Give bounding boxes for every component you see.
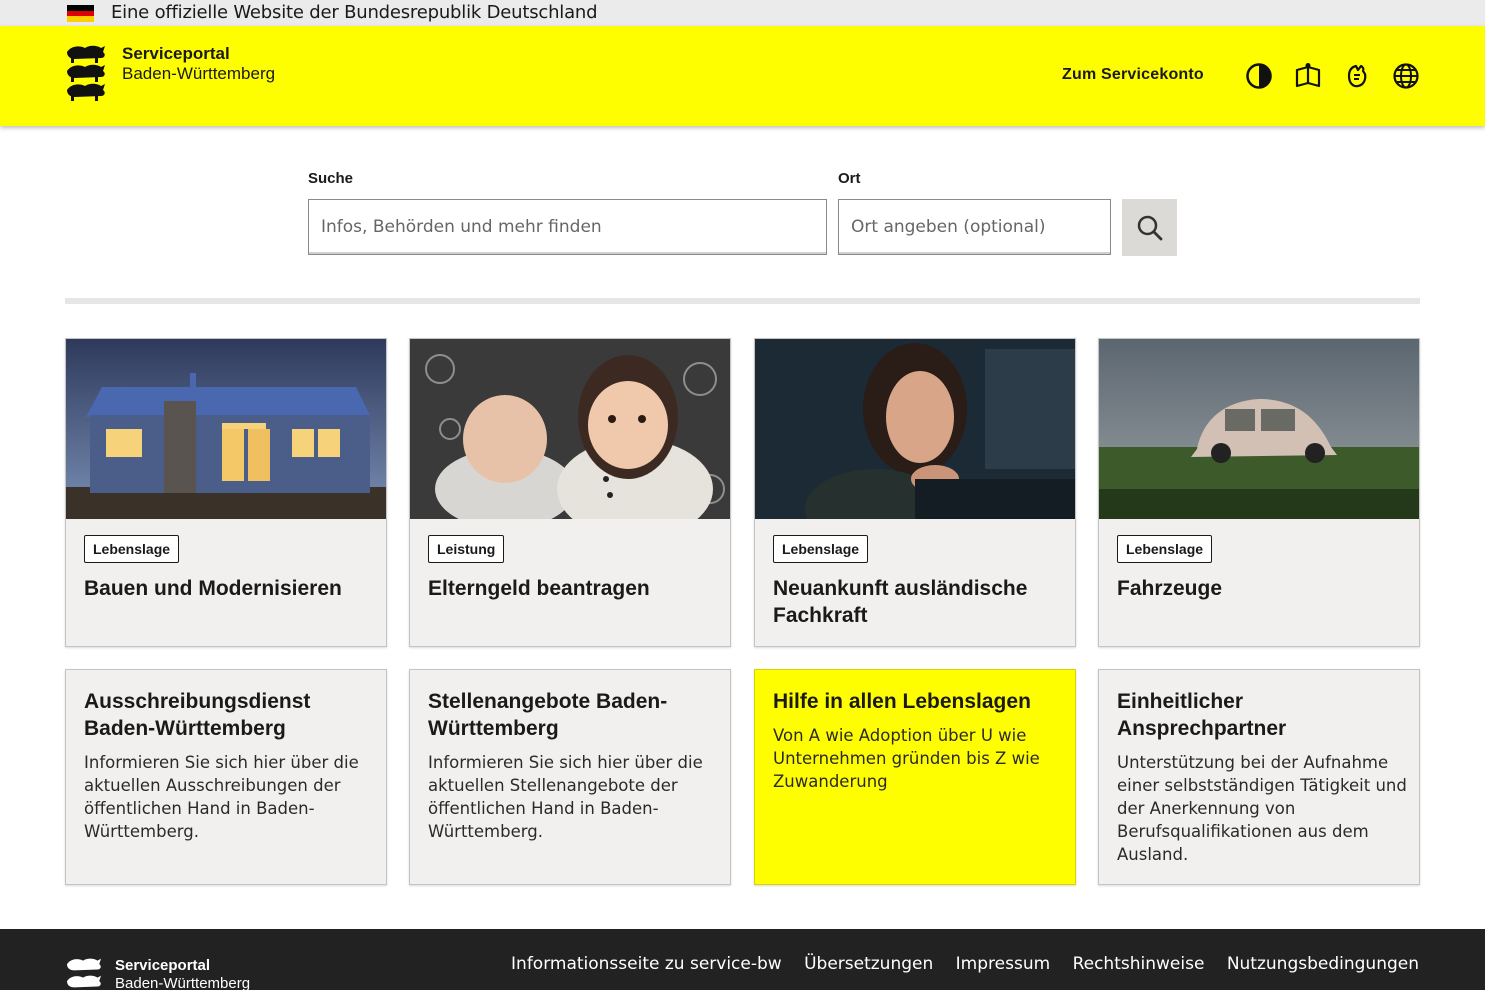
card-elterngeld[interactable]: Leistung Elterngeld beantragen (409, 338, 731, 647)
card-description: Von A wie Adoption über U wie Unternehme… (773, 726, 1040, 791)
card-title: Einheitlicher Ansprechpartner (1117, 690, 1287, 740)
logo-subtitle: Baden-Württemberg (122, 64, 276, 83)
footer-link-informationsseite[interactable]: Informationsseite zu service-bw (511, 954, 782, 974)
german-flag-icon (67, 5, 94, 22)
card-description: Informieren Sie sich hier über die aktue… (84, 753, 359, 841)
woman-at-computer-image (755, 339, 1075, 519)
footer-logo-title: Serviceportal (115, 957, 211, 974)
card-type-tag: Lebenslage (1117, 535, 1213, 563)
search-button[interactable] (1122, 199, 1177, 256)
card-ausschreibungsdienst[interactable]: Ausschreibungsdienst Baden-Württemberg I… (65, 669, 387, 885)
federal-identity-text: Eine offizielle Website der Bundesrepubl… (111, 2, 598, 23)
card-title: Ausschreibungsdienst Baden-Württemberg (84, 690, 311, 740)
site-header: Serviceportal Baden-Württemberg Zum Serv… (0, 26, 1485, 126)
footer-link-impressum[interactable]: Impressum (956, 954, 1051, 974)
house-image (66, 339, 386, 519)
card-type-tag: Lebenslage (84, 535, 180, 563)
search-input[interactable]: Infos, Behörden und mehr finden (308, 199, 827, 255)
card-title: Bauen und Modernisieren (84, 577, 342, 600)
section-divider (65, 298, 1420, 304)
card-title: Stellenangebote Baden-Württemberg (428, 690, 668, 740)
footer-link-uebersetzungen[interactable]: Übersetzungen (804, 954, 933, 974)
footer-logo-subtitle: Baden-Württemberg (115, 975, 251, 992)
easy-language-icon[interactable] (1294, 62, 1322, 90)
children-image (410, 339, 730, 519)
language-globe-icon[interactable] (1392, 62, 1420, 90)
card-title: Fahrzeuge (1117, 577, 1223, 600)
site-logo[interactable]: Serviceportal Baden-Württemberg (65, 44, 295, 106)
card-fachkraft[interactable]: Lebenslage Neuankunft ausländische Fachk… (754, 338, 1076, 647)
logo-title: Serviceportal (122, 44, 230, 63)
card-fahrzeuge[interactable]: Lebenslage Fahrzeuge (1098, 338, 1420, 647)
card-title: Elterngeld beantragen (428, 577, 650, 600)
card-type-tag: Leistung (428, 535, 505, 563)
card-description: Unterstützung bei der Aufnahme einer sel… (1117, 753, 1407, 864)
search-icon (1137, 215, 1163, 241)
location-input[interactable]: Ort angeben (optional) (838, 199, 1111, 255)
card-description: Informieren Sie sich hier über die aktue… (428, 753, 703, 841)
lions-emblem-icon (67, 45, 105, 101)
vintage-car-image (1099, 339, 1419, 519)
card-type-tag: Lebenslage (773, 535, 869, 563)
footer-link-nutzungsbedingungen[interactable]: Nutzungsbedingungen (1227, 954, 1419, 974)
lions-emblem-icon[interactable] (65, 957, 103, 991)
footer-links: Informationsseite zu service-bw Übersetz… (494, 953, 1419, 975)
servicekonto-link[interactable]: Zum Servicekonto (1062, 65, 1204, 85)
federal-identity-bar: Eine offizielle Website der Bundesrepubl… (0, 0, 1485, 26)
search-label: Suche (308, 170, 354, 187)
contrast-icon[interactable] (1245, 62, 1273, 90)
card-title: Neuankunft ausländische Fachkraft (773, 577, 1028, 627)
card-bauen[interactable]: Lebenslage Bauen und Modernisieren (65, 338, 387, 647)
footer-link-rechtshinweise[interactable]: Rechtshinweise (1073, 954, 1205, 974)
sign-language-icon[interactable] (1343, 62, 1371, 90)
card-stellenangebote[interactable]: Stellenangebote Baden-Württemberg Inform… (409, 669, 731, 885)
location-label: Ort (838, 170, 861, 187)
site-footer: Serviceportal Baden-Württemberg Informat… (0, 929, 1485, 992)
card-einheitlicher-ansprechpartner[interactable]: Einheitlicher Ansprechpartner Unterstütz… (1098, 669, 1420, 885)
card-hilfe-lebenslagen[interactable]: Hilfe in allen Lebenslagen Von A wie Ado… (754, 669, 1076, 885)
card-title: Hilfe in allen Lebenslagen (773, 690, 1031, 713)
